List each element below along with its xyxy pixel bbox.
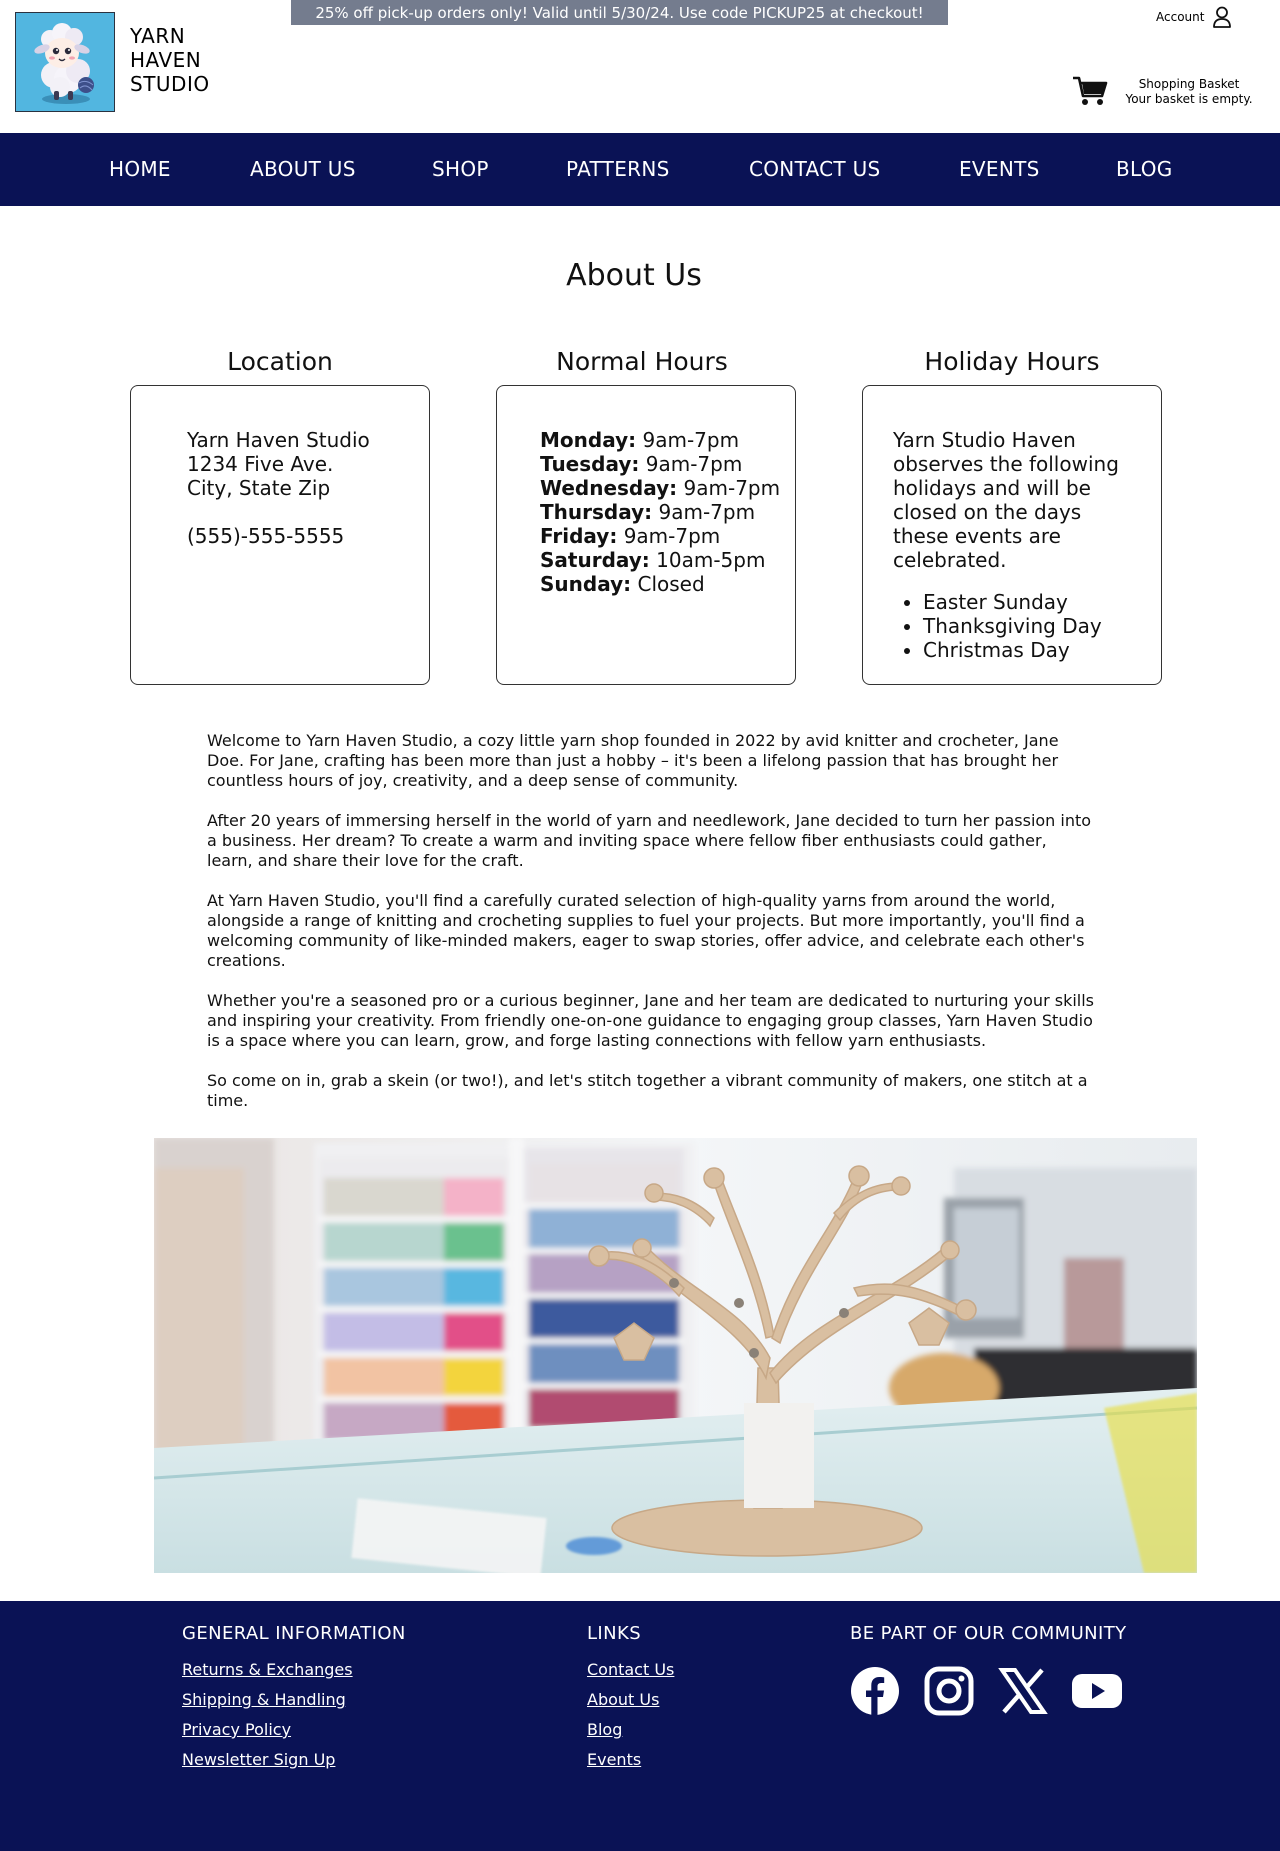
hours-row: Sunday: Closed <box>540 572 705 596</box>
basket-title: Shopping Basket <box>1138 77 1240 91</box>
shopping-basket[interactable]: Shopping Basket Your basket is empty. <box>1120 77 1258 107</box>
hours-row: Tuesday: 9am-7pm <box>540 452 743 476</box>
location-title: Location <box>227 347 333 376</box>
brand-line-2: HAVEN <box>130 48 202 72</box>
holiday-title: Holiday Hours <box>924 347 1100 376</box>
hours-day: Thursday <box>540 500 645 524</box>
account-label: Account <box>1156 10 1205 24</box>
facebook-icon[interactable] <box>850 1666 900 1716</box>
hours-day: Saturday <box>540 548 642 572</box>
about-text: Welcome to Yarn Haven Studio, a cozy lit… <box>207 731 1097 1131</box>
cart-icon[interactable] <box>1072 75 1108 107</box>
holiday-list: Easter Sunday Thanksgiving Day Christmas… <box>893 590 1143 662</box>
holiday-item: Easter Sunday <box>923 590 1143 614</box>
holiday-item: Christmas Day <box>923 638 1143 662</box>
promo-banner: 25% off pick-up orders only! Valid until… <box>291 0 948 25</box>
hours-time: 9am-7pm <box>636 428 740 452</box>
nav-shop[interactable]: SHOP <box>432 157 489 181</box>
hours-day: Wednesday <box>540 476 670 500</box>
page-title: About Us <box>566 258 702 293</box>
location-card: Yarn Haven Studio 1234 Five Ave. City, S… <box>130 385 430 685</box>
hours-time: 9am-7pm <box>639 452 743 476</box>
user-icon <box>1213 6 1232 28</box>
nav-about-us[interactable]: ABOUT US <box>250 157 356 181</box>
holiday-item: Thanksgiving Day <box>923 614 1143 638</box>
hours-time: Closed <box>631 572 705 596</box>
holiday-text: Yarn Studio Haven observes the following… <box>893 428 1119 572</box>
about-paragraph: After 20 years of immersing herself in t… <box>207 811 1092 870</box>
instagram-icon[interactable] <box>924 1666 974 1716</box>
hours-time: 9am-7pm <box>617 524 721 548</box>
hours-time: 9am-7pm <box>652 500 756 524</box>
holiday-card: Yarn Studio Haven observes the following… <box>862 385 1162 685</box>
hours-row: Wednesday: 9am-7pm <box>540 476 781 500</box>
footer-link-blog[interactable]: Blog <box>587 1720 622 1739</box>
footer-link-newsletter[interactable]: Newsletter Sign Up <box>182 1750 335 1769</box>
footer-link-events[interactable]: Events <box>587 1750 641 1769</box>
hours-card: Monday: 9am-7pm Tuesday: 9am-7pm Wednesd… <box>496 385 796 685</box>
hours-time: 9am-7pm <box>677 476 781 500</box>
youtube-icon[interactable] <box>1072 1666 1122 1716</box>
footer-link-shipping[interactable]: Shipping & Handling <box>182 1690 346 1709</box>
footer-link-about[interactable]: About Us <box>587 1690 659 1709</box>
nav-home[interactable]: HOME <box>109 157 171 181</box>
hours-day: Monday <box>540 428 629 452</box>
main-nav: HOME ABOUT US SHOP PATTERNS CONTACT US E… <box>0 133 1280 206</box>
location-name: Yarn Haven Studio <box>187 428 370 452</box>
footer-link-returns[interactable]: Returns & Exchanges <box>182 1660 353 1679</box>
hours-day: Sunday <box>540 572 624 596</box>
sheep-logo[interactable] <box>15 12 115 112</box>
nav-patterns[interactable]: PATTERNS <box>566 157 670 181</box>
nav-events[interactable]: EVENTS <box>959 157 1040 181</box>
footer-links-title: LINKS <box>587 1623 642 1644</box>
hours-row: Monday: 9am-7pm <box>540 428 740 452</box>
nav-blog[interactable]: BLOG <box>1116 157 1173 181</box>
hours-row: Thursday: 9am-7pm <box>540 500 756 524</box>
sheep-logo-icon <box>16 13 114 111</box>
account-link[interactable]: Account <box>1156 6 1232 28</box>
location-street: 1234 Five Ave. <box>187 452 334 476</box>
basket-status: Your basket is empty. <box>1125 92 1253 106</box>
footer-link-contact[interactable]: Contact Us <box>587 1660 674 1679</box>
hours-title: Normal Hours <box>556 347 728 376</box>
hours-day: Tuesday <box>540 452 632 476</box>
shop-interior-image <box>154 1138 1197 1573</box>
hours-time: 10am-5pm <box>649 548 766 572</box>
hours-day: Friday <box>540 524 610 548</box>
shop-interior-illustration <box>154 1138 1197 1573</box>
brand-line-3: STUDIO <box>130 72 210 96</box>
nav-contact-us[interactable]: CONTACT US <box>749 157 881 181</box>
about-paragraph: Welcome to Yarn Haven Studio, a cozy lit… <box>207 731 1059 790</box>
brand-name[interactable]: YARN HAVEN STUDIO <box>130 24 210 96</box>
location-city: City, State Zip <box>187 476 331 500</box>
hours-row: Saturday: 10am-5pm <box>540 548 766 572</box>
x-icon[interactable] <box>998 1666 1048 1716</box>
site-footer: GENERAL INFORMATION Returns & Exchanges … <box>0 1601 1280 1851</box>
footer-community-title: BE PART OF OUR COMMUNITY <box>850 1623 1127 1644</box>
brand-line-1: YARN <box>130 24 186 48</box>
about-paragraph: At Yarn Haven Studio, you'll find a care… <box>207 891 1085 970</box>
about-paragraph: Whether you're a seasoned pro or a curio… <box>207 991 1095 1050</box>
about-paragraph: So come on in, grab a skein (or two!), a… <box>207 1071 1088 1110</box>
location-phone[interactable]: (555)-555-5555 <box>187 524 370 548</box>
footer-general-title: GENERAL INFORMATION <box>182 1623 406 1644</box>
hours-row: Friday: 9am-7pm <box>540 524 721 548</box>
footer-link-privacy[interactable]: Privacy Policy <box>182 1720 291 1739</box>
